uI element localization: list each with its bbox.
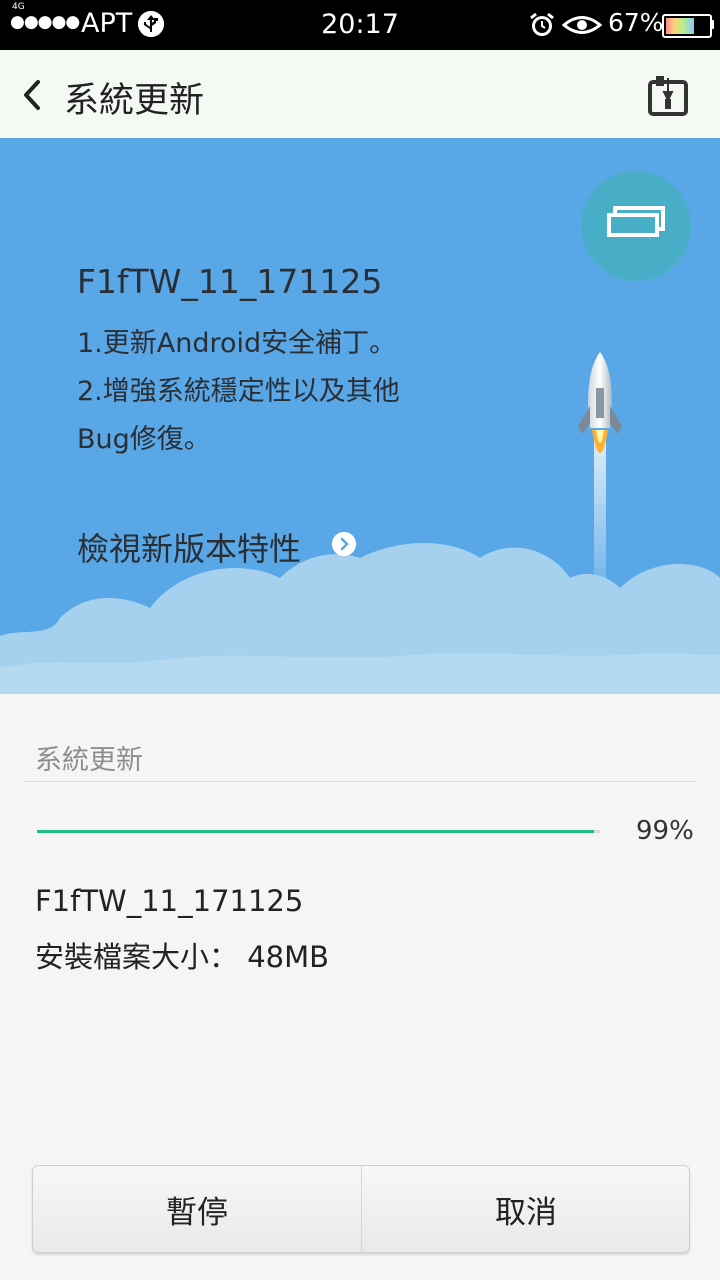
progress-fill [37, 830, 595, 833]
app-bar: 系統更新 [0, 50, 720, 138]
action-buttons: 暫停 取消 [32, 1165, 690, 1253]
recent-apps-button[interactable] [581, 171, 691, 281]
view-new-features-link[interactable]: 檢視新版本特性 [77, 524, 301, 570]
page-title: 系統更新 [64, 81, 205, 121]
cancel-button[interactable]: 取消 [361, 1166, 689, 1252]
size-label: 安裝檔案大小： [35, 940, 239, 974]
back-arrow-icon[interactable] [18, 78, 46, 116]
download-progress-bar [37, 830, 600, 833]
section-divider [24, 781, 696, 782]
chevron-right-icon[interactable] [332, 532, 356, 556]
pause-button[interactable]: 暫停 [33, 1166, 361, 1252]
release-note-2: 2.增強系統穩定性以及其他 [77, 376, 400, 407]
release-note-3: Bug修復。 [77, 424, 211, 455]
status-bar: 4G ●●●●● APT 20:17 67% [0, 0, 720, 50]
update-banner: F1fTW_11_171125 1.更新Android安全補丁。 2.增強系統穩… [0, 138, 720, 694]
progress-percent: 99% [636, 816, 694, 846]
size-value: 48MB [247, 940, 330, 974]
battery-cap [710, 20, 714, 29]
release-note-1: 1.更新Android安全補丁。 [77, 328, 397, 359]
section-title: 系統更新 [35, 745, 143, 776]
alarm-icon [528, 11, 556, 43]
eye-icon [561, 12, 603, 42]
battery-percent: 67% [608, 8, 664, 37]
release-notes: 1.更新Android安全補丁。 2.增強系統穩定性以及其他 Bug修復。 [77, 320, 457, 464]
battery-icon [662, 14, 712, 38]
toolbox-icon[interactable] [646, 72, 690, 122]
install-file-size: 安裝檔案大小： 48MB [35, 934, 329, 976]
banner-version: F1fTW_11_171125 [77, 262, 383, 301]
update-version: F1fTW_11_171125 [35, 884, 304, 918]
